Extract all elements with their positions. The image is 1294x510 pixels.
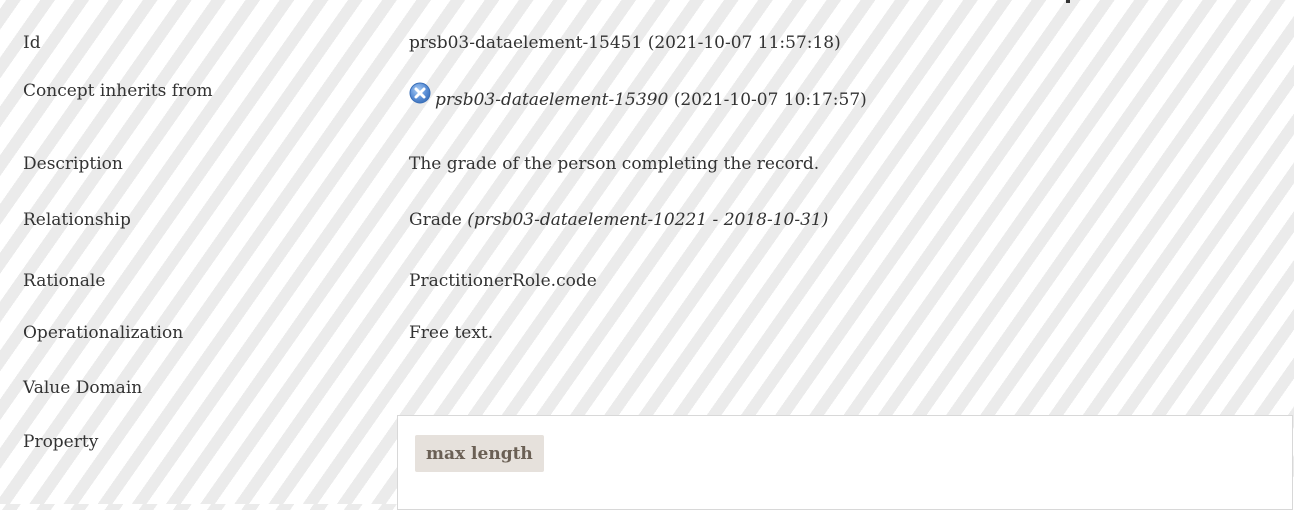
id-value: prsb03-dataelement-15451 (2021-10-07 11:…	[409, 33, 841, 53]
row-id: Id prsb03-dataelement-15451 (2021-10-07 …	[0, 33, 1294, 73]
concept-inherits-link[interactable]: prsb03-dataelement-15390	[435, 90, 668, 110]
operationalization-value: Free text.	[409, 323, 494, 343]
relationship-label: Relationship	[23, 210, 131, 230]
row-relationship: Relationship Grade (prsb03-dataelement-1…	[0, 210, 1294, 250]
operationalization-label: Operationalization	[23, 323, 184, 343]
relationship-value: Grade (prsb03-dataelement-10221 - 2018-1…	[409, 210, 828, 230]
id-label: Id	[23, 33, 41, 53]
rationale-label: Rationale	[23, 271, 106, 291]
property-panel: max length	[397, 415, 1293, 510]
max-length-tag: max length	[415, 435, 544, 472]
description-value: The grade of the person completing the r…	[409, 154, 820, 174]
row-operationalization: Operationalization Free text.	[0, 323, 1294, 363]
relationship-value-ref: (prsb03-dataelement-10221 - 2018-10-31)	[467, 210, 829, 230]
row-description: Description The grade of the person comp…	[0, 154, 1294, 194]
rationale-value: PractitionerRole.code	[409, 271, 597, 291]
concept-inherits-label: Concept inherits from	[23, 81, 213, 101]
relationship-value-plain: Grade	[409, 210, 468, 230]
property-label: Property	[23, 432, 99, 452]
value-domain-label: Value Domain	[23, 378, 143, 398]
row-value-domain: Value Domain	[0, 378, 1294, 418]
concept-inherits-date: (2021-10-07 10:17:57)	[668, 90, 867, 110]
close-circle-icon[interactable]	[409, 82, 431, 104]
page-edge-stub	[1066, 0, 1070, 3]
concept-inherits-value: prsb03-dataelement-15390 (2021-10-07 10:…	[409, 82, 867, 110]
row-concept-inherits-from: Concept inherits from prsb03-dataelement…	[0, 81, 1294, 121]
row-rationale: Rationale PractitionerRole.code	[0, 271, 1294, 311]
description-label: Description	[23, 154, 123, 174]
